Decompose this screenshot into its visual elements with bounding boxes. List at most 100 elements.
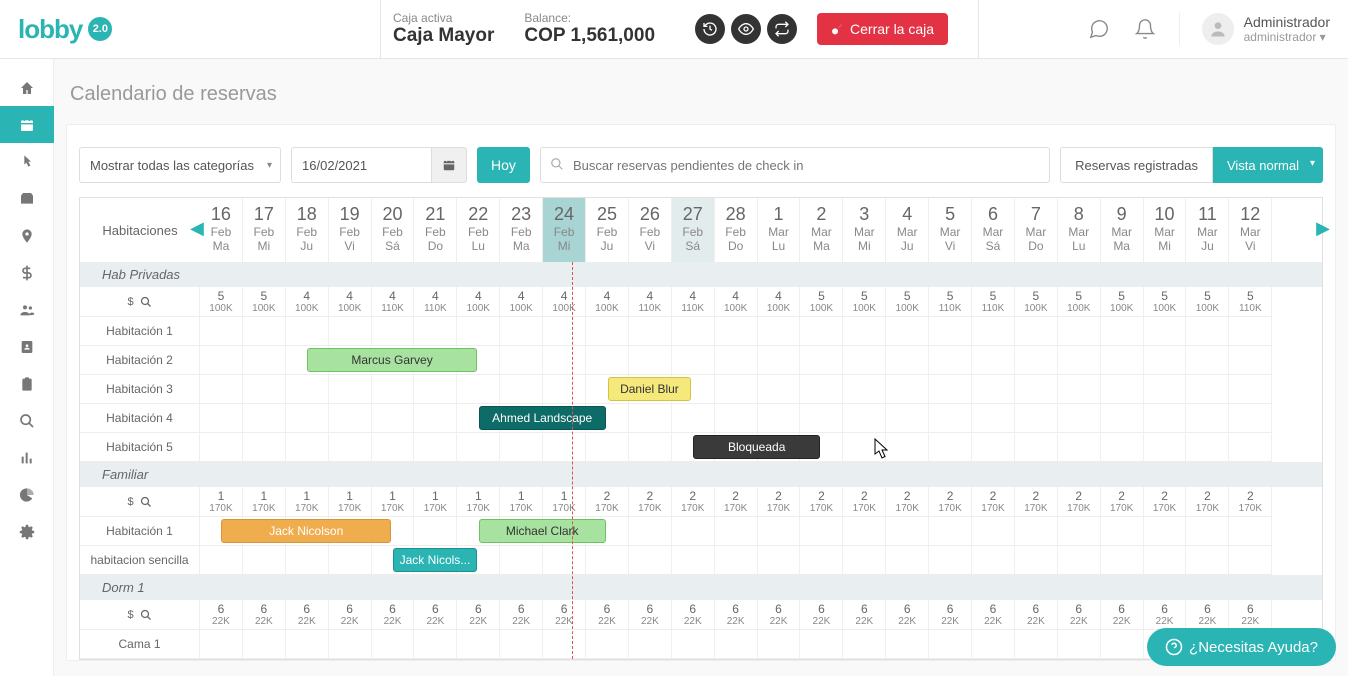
calendar-next-icon[interactable]: ▶: [1316, 218, 1330, 239]
room-cell[interactable]: [629, 317, 672, 346]
today-button[interactable]: Hoy: [477, 147, 530, 183]
room-cell[interactable]: [1058, 346, 1101, 375]
close-register-button[interactable]: Cerrar la caja: [817, 13, 948, 45]
room-cell[interactable]: [1144, 546, 1187, 575]
room-cell[interactable]: [672, 546, 715, 575]
nav-location[interactable]: [0, 217, 54, 254]
room-cell[interactable]: [200, 630, 243, 659]
room-cell[interactable]: [1186, 346, 1229, 375]
room-cell[interactable]: [800, 546, 843, 575]
date-header[interactable]: 2MarMa: [800, 198, 843, 262]
room-cell[interactable]: [715, 546, 758, 575]
nav-search[interactable]: [0, 402, 54, 439]
room-cell[interactable]: [457, 317, 500, 346]
room-cell[interactable]: [586, 433, 629, 462]
date-header[interactable]: 1MarLu: [758, 198, 801, 262]
date-header[interactable]: 26FebVi: [629, 198, 672, 262]
room-cell[interactable]: [929, 346, 972, 375]
room-cell[interactable]: [414, 317, 457, 346]
room-cell[interactable]: [329, 404, 372, 433]
room-cell[interactable]: [243, 546, 286, 575]
room-cell[interactable]: [286, 317, 329, 346]
room-cell[interactable]: [715, 317, 758, 346]
room-cell[interactable]: [886, 404, 929, 433]
room-cell[interactable]: [843, 433, 886, 462]
nav-clipboard[interactable]: [0, 365, 54, 402]
nav-pie[interactable]: [0, 476, 54, 513]
room-cell[interactable]: [800, 630, 843, 659]
room-cell[interactable]: [1144, 404, 1187, 433]
room-cell[interactable]: [329, 546, 372, 575]
room-cell[interactable]: [1015, 404, 1058, 433]
room-cell[interactable]: [886, 317, 929, 346]
room-cell[interactable]: [543, 630, 586, 659]
room-cell[interactable]: [243, 375, 286, 404]
room-cell[interactable]: [1101, 404, 1144, 433]
room-cell[interactable]: [886, 546, 929, 575]
room-cell[interactable]: [329, 433, 372, 462]
booking-block[interactable]: Bloqueada: [693, 435, 820, 459]
help-button[interactable]: ¿Necesitas Ayuda?: [1147, 628, 1336, 666]
room-cell[interactable]: [929, 375, 972, 404]
room-cell[interactable]: [543, 375, 586, 404]
calendar-prev-icon[interactable]: ◀: [190, 218, 204, 239]
room-cell[interactable]: [1186, 433, 1229, 462]
booking-block[interactable]: Marcus Garvey: [307, 348, 477, 372]
room-cell[interactable]: [457, 375, 500, 404]
date-input[interactable]: [291, 147, 431, 183]
date-header[interactable]: 6MarSá: [972, 198, 1015, 262]
room-cell[interactable]: [672, 346, 715, 375]
room-cell[interactable]: [629, 630, 672, 659]
room-cell[interactable]: [457, 630, 500, 659]
room-cell[interactable]: [1015, 630, 1058, 659]
room-cell[interactable]: [414, 517, 457, 546]
room-cell[interactable]: [457, 433, 500, 462]
room-cell[interactable]: [800, 375, 843, 404]
room-cell[interactable]: [972, 546, 1015, 575]
room-cell[interactable]: [929, 404, 972, 433]
room-cell[interactable]: [500, 546, 543, 575]
room-cell[interactable]: [200, 346, 243, 375]
room-cell[interactable]: [243, 346, 286, 375]
chat-icon[interactable]: [1087, 17, 1111, 41]
room-cell[interactable]: [886, 346, 929, 375]
room-cell[interactable]: [972, 375, 1015, 404]
eye-icon[interactable]: [731, 14, 761, 44]
room-cell[interactable]: [1058, 517, 1101, 546]
room-cell[interactable]: [1229, 433, 1272, 462]
room-cell[interactable]: [715, 375, 758, 404]
date-header[interactable]: 19FebVi: [329, 198, 372, 262]
search-input[interactable]: [540, 147, 1050, 183]
room-cell[interactable]: [243, 404, 286, 433]
date-header[interactable]: 8MarLu: [1058, 198, 1101, 262]
room-cell[interactable]: [1015, 346, 1058, 375]
room-cell[interactable]: [1101, 546, 1144, 575]
room-cell[interactable]: [758, 346, 801, 375]
room-cell[interactable]: [715, 404, 758, 433]
room-cell[interactable]: [715, 630, 758, 659]
view-mode-button[interactable]: Vista normal: [1213, 147, 1323, 183]
bell-icon[interactable]: [1133, 17, 1157, 41]
room-cell[interactable]: [1101, 517, 1144, 546]
room-cell[interactable]: [1015, 517, 1058, 546]
room-cell[interactable]: [1058, 630, 1101, 659]
room-cell[interactable]: [1186, 517, 1229, 546]
room-cell[interactable]: [1229, 346, 1272, 375]
room-cell[interactable]: [1015, 317, 1058, 346]
room-cell[interactable]: [500, 375, 543, 404]
booking-block[interactable]: Jack Nicolson: [221, 519, 391, 543]
room-cell[interactable]: [372, 375, 415, 404]
room-cell[interactable]: [929, 317, 972, 346]
room-cell[interactable]: [886, 630, 929, 659]
room-cell[interactable]: [843, 630, 886, 659]
room-cell[interactable]: [843, 546, 886, 575]
room-cell[interactable]: [200, 404, 243, 433]
room-cell[interactable]: [329, 375, 372, 404]
nav-contact[interactable]: [0, 328, 54, 365]
user-menu[interactable]: Administrador administrador ▾: [1179, 13, 1330, 45]
room-cell[interactable]: [243, 317, 286, 346]
room-cell[interactable]: [372, 404, 415, 433]
room-cell[interactable]: [843, 317, 886, 346]
nav-users[interactable]: [0, 291, 54, 328]
room-cell[interactable]: [672, 317, 715, 346]
